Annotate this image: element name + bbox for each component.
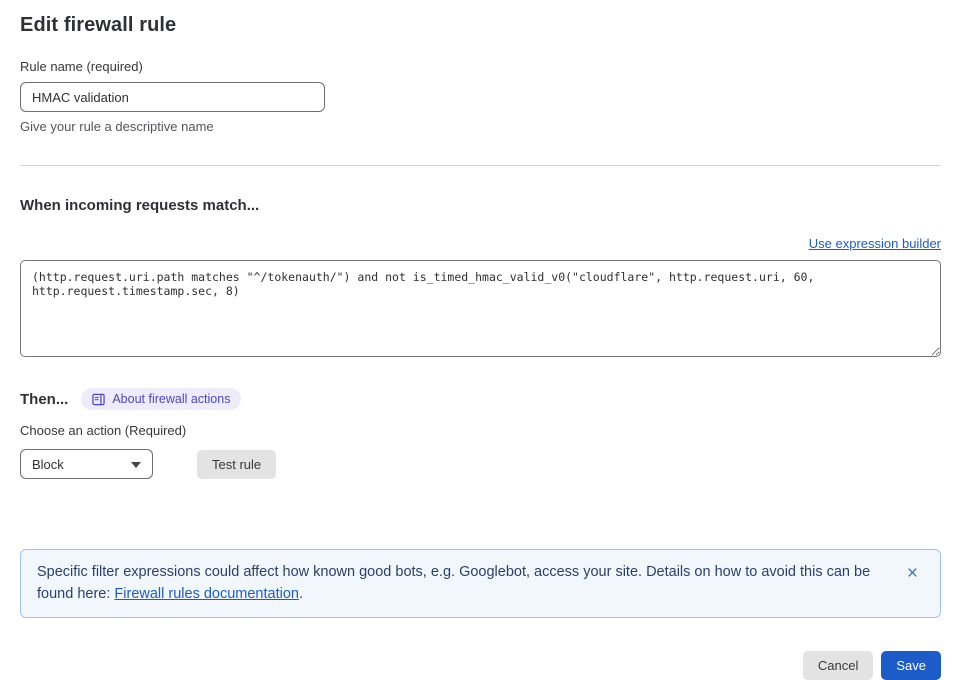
rule-name-label: Rule name (required) xyxy=(20,59,941,74)
action-row: Block Test rule xyxy=(20,449,941,479)
save-button[interactable]: Save xyxy=(881,651,941,680)
then-row: Then... About firewall actions xyxy=(20,388,941,410)
cancel-button[interactable]: Cancel xyxy=(803,651,873,680)
then-heading: Then... xyxy=(20,391,68,408)
rule-name-helper: Give your rule a descriptive name xyxy=(20,119,941,134)
info-banner: Specific filter expressions could affect… xyxy=(20,549,941,618)
expression-editor[interactable]: (http.request.uri.path matches "^/tokena… xyxy=(20,260,941,357)
choose-action-label: Choose an action (Required) xyxy=(20,423,941,438)
builder-link-row: Use expression builder xyxy=(20,235,941,253)
banner-text-period: . xyxy=(299,586,303,602)
edit-firewall-rule-page: Edit firewall rule Rule name (required) … xyxy=(0,0,973,680)
test-rule-button[interactable]: Test rule xyxy=(197,450,276,479)
use-expression-builder-link[interactable]: Use expression builder xyxy=(809,236,941,251)
close-icon[interactable]: × xyxy=(907,564,918,583)
page-title: Edit firewall rule xyxy=(20,14,941,37)
about-firewall-actions-badge[interactable]: About firewall actions xyxy=(81,388,241,410)
firewall-docs-link[interactable]: Firewall rules documentation xyxy=(114,586,299,602)
action-select[interactable]: Block xyxy=(20,449,153,479)
badge-label: About firewall actions xyxy=(112,392,230,406)
rule-name-input[interactable] xyxy=(20,82,325,112)
section-divider xyxy=(20,165,941,166)
match-section-heading: When incoming requests match... xyxy=(20,197,941,214)
action-select-wrap: Block xyxy=(20,449,153,479)
document-icon xyxy=(92,393,105,406)
footer-actions: Cancel Save xyxy=(20,651,941,680)
